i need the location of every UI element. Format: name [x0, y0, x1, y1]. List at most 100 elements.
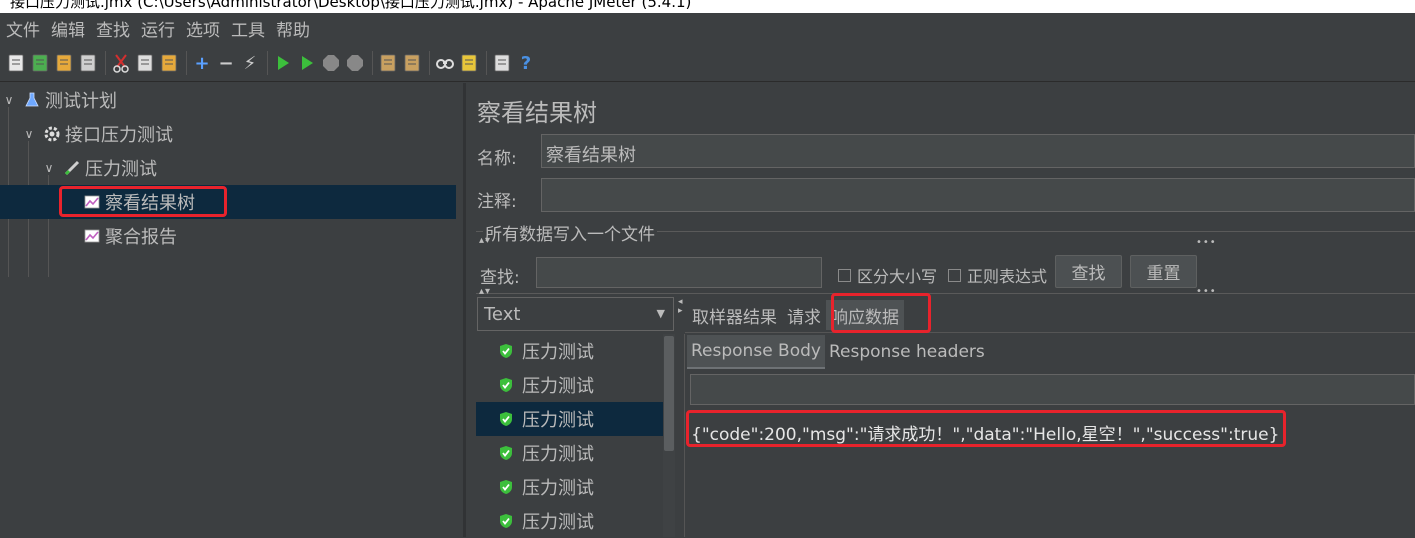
menu-item-1[interactable]: 编辑	[51, 16, 85, 41]
name-field[interactable]: 察看结果树	[541, 134, 1415, 168]
result-item[interactable]: 压力测试	[476, 402, 663, 436]
collapse-icon[interactable]: −	[216, 53, 236, 73]
reset-button[interactable]: 重置	[1130, 255, 1197, 288]
chevron-down-icon: ▼	[656, 307, 665, 320]
case-sensitive-label: 区分大小写	[857, 267, 938, 286]
renderer-select[interactable]: Text ▼	[477, 297, 674, 331]
menu-item-0[interactable]: 文件	[6, 16, 40, 41]
success-shield-icon	[498, 445, 518, 461]
subtab-0[interactable]: Response Body	[687, 335, 825, 369]
svg-text:−: −	[218, 53, 233, 73]
result-item-label: 压力测试	[522, 444, 594, 465]
comment-field[interactable]	[541, 178, 1415, 212]
tree-node[interactable]: ∨ 压力测试	[0, 151, 456, 185]
result-item[interactable]: 压力测试	[476, 368, 663, 402]
search-label: 查找:	[480, 268, 520, 288]
results-scrollbar[interactable]	[663, 334, 675, 537]
split-handle-icon[interactable]: •••	[1196, 237, 1217, 248]
result-item[interactable]: 压力测试	[476, 470, 663, 504]
find-button[interactable]: 查找	[1055, 255, 1122, 288]
menu-item-3[interactable]: 运行	[141, 16, 175, 41]
case-sensitive-checkbox[interactable]: 区分大小写	[838, 263, 937, 287]
toolbar-separator	[429, 50, 430, 75]
search-icon[interactable]	[435, 53, 455, 73]
result-item-label: 压力测试	[522, 478, 594, 499]
highlight-box-tree	[59, 186, 227, 217]
chevron-down-icon[interactable]: ∨	[22, 127, 36, 141]
cut-icon[interactable]	[111, 53, 131, 73]
collapse-handle-icon[interactable]: ▴▾	[479, 286, 491, 297]
save-icon[interactable]	[78, 53, 98, 73]
name-label: 名称:	[477, 149, 517, 169]
success-shield-icon	[498, 479, 518, 495]
chevron-down-icon[interactable]: ∨	[2, 93, 16, 107]
test-plan-tree: ∨ 测试计划 ∨ 接口压力测试 ∨ 压力测试 察看结果树 聚合报告	[0, 83, 463, 537]
reset-search-icon[interactable]	[459, 53, 479, 73]
result-item-label: 压力测试	[522, 342, 594, 363]
window-title: 接口压力测试.jmx (C:\Users\Administrator\Deskt…	[10, 0, 692, 11]
start-no-pauses-icon[interactable]	[297, 53, 317, 73]
toolbar-separator	[486, 50, 487, 75]
regex-checkbox[interactable]: 正则表达式	[948, 263, 1047, 287]
svg-text:+: +	[194, 53, 209, 73]
clear-all-icon[interactable]	[402, 53, 422, 73]
help-icon[interactable]: ?	[516, 53, 536, 73]
split-handle-icon[interactable]: •••	[1196, 286, 1217, 297]
tree-node[interactable]: ∨ 接口压力测试	[0, 117, 456, 151]
open-icon[interactable]	[54, 53, 74, 73]
clear-icon[interactable]	[378, 53, 398, 73]
scrollbar-thumb[interactable]	[664, 336, 674, 451]
chevron-down-icon[interactable]: ∨	[42, 161, 56, 175]
checkbox-icon	[838, 268, 851, 282]
menu-item-5[interactable]: 工具	[231, 16, 265, 41]
response-subtabs: Response Body Response headers	[687, 335, 989, 369]
result-item-label: 压力测试	[522, 410, 594, 431]
search-input[interactable]	[536, 257, 822, 288]
new-icon[interactable]	[6, 53, 26, 73]
tree-node-label: 测试计划	[45, 91, 117, 112]
comment-label: 注释:	[477, 192, 517, 212]
tab-1[interactable]: 请求	[782, 300, 826, 330]
function-helper-icon[interactable]	[492, 53, 512, 73]
shutdown-icon[interactable]	[345, 53, 365, 73]
menu-bar: 文件 编辑 查找 运行 选项 工具 帮助	[0, 13, 1415, 44]
success-shield-icon	[498, 343, 518, 359]
collapse-handle-icon[interactable]: ▴▾	[479, 235, 491, 246]
subtab-1[interactable]: Response headers	[825, 335, 989, 369]
expand-icon[interactable]: +	[192, 53, 212, 73]
renderer-value: Text	[484, 303, 521, 325]
result-item[interactable]: 压力测试	[476, 504, 663, 538]
success-shield-icon	[498, 513, 518, 529]
paste-icon[interactable]	[159, 53, 179, 73]
results-list: 压力测试 压力测试 压力测试 压力测试 压力测试 压力测试	[476, 334, 663, 537]
copy-icon[interactable]	[135, 53, 155, 73]
start-icon[interactable]	[273, 53, 293, 73]
result-item[interactable]: 压力测试	[476, 334, 663, 368]
tree-node-label: 聚合报告	[105, 227, 177, 248]
tree-node-label: 接口压力测试	[65, 125, 173, 146]
toolbar-separator	[267, 50, 268, 75]
result-item[interactable]: 压力测试	[476, 436, 663, 470]
response-search-field[interactable]	[690, 374, 1415, 405]
flask-icon	[22, 90, 42, 110]
tab-0[interactable]: 取样器结果	[687, 300, 782, 330]
result-item-label: 压力测试	[522, 512, 594, 533]
page-title: 察看结果树	[477, 99, 597, 127]
menu-item-2[interactable]: 查找	[96, 16, 130, 41]
file-group-label: 所有数据写入一个文件	[483, 220, 657, 245]
result-item-label: 压力测试	[522, 376, 594, 397]
stop-icon[interactable]	[321, 53, 341, 73]
menu-item-4[interactable]: 选项	[186, 16, 220, 41]
tree-node[interactable]: ∨ 测试计划	[0, 83, 456, 117]
toolbar: + − ⚡?	[0, 44, 1415, 82]
regex-label: 正则表达式	[967, 267, 1048, 286]
toggle-icon[interactable]: ⚡	[240, 53, 260, 73]
success-shield-icon	[498, 377, 518, 393]
menu-item-6[interactable]: 帮助	[276, 16, 310, 41]
tree-node[interactable]: 聚合报告	[0, 219, 456, 253]
templates-icon[interactable]	[30, 53, 50, 73]
toolbar-separator	[372, 50, 373, 75]
split-arrows-icon[interactable]: ◂ ▸	[678, 298, 684, 316]
checkbox-icon	[948, 268, 961, 282]
success-shield-icon	[498, 411, 518, 427]
